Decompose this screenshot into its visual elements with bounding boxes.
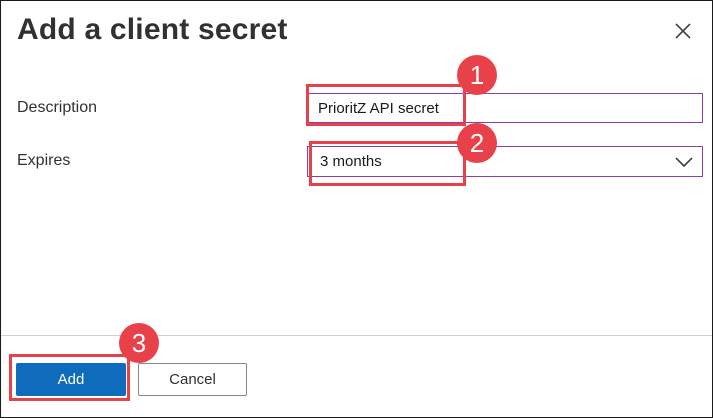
add-button[interactable]: Add	[16, 363, 126, 396]
expires-selected-value: 3 months	[320, 153, 382, 170]
close-icon	[675, 23, 691, 39]
add-client-secret-dialog: Add a client secret Description Expires …	[0, 0, 713, 418]
callout-badge-3: 3	[119, 323, 159, 363]
callout-badge-2: 2	[457, 123, 497, 163]
expires-select[interactable]: 3 months	[307, 146, 703, 177]
callout-badge-1: 1	[457, 55, 497, 95]
close-button[interactable]	[671, 19, 695, 43]
cancel-button[interactable]: Cancel	[138, 363, 247, 396]
dialog-title: Add a client secret	[17, 13, 288, 46]
expires-label: Expires	[17, 152, 71, 169]
description-label: Description	[17, 99, 98, 116]
description-input[interactable]	[307, 93, 703, 123]
chevron-down-icon	[675, 157, 693, 168]
footer-divider	[1, 335, 712, 336]
